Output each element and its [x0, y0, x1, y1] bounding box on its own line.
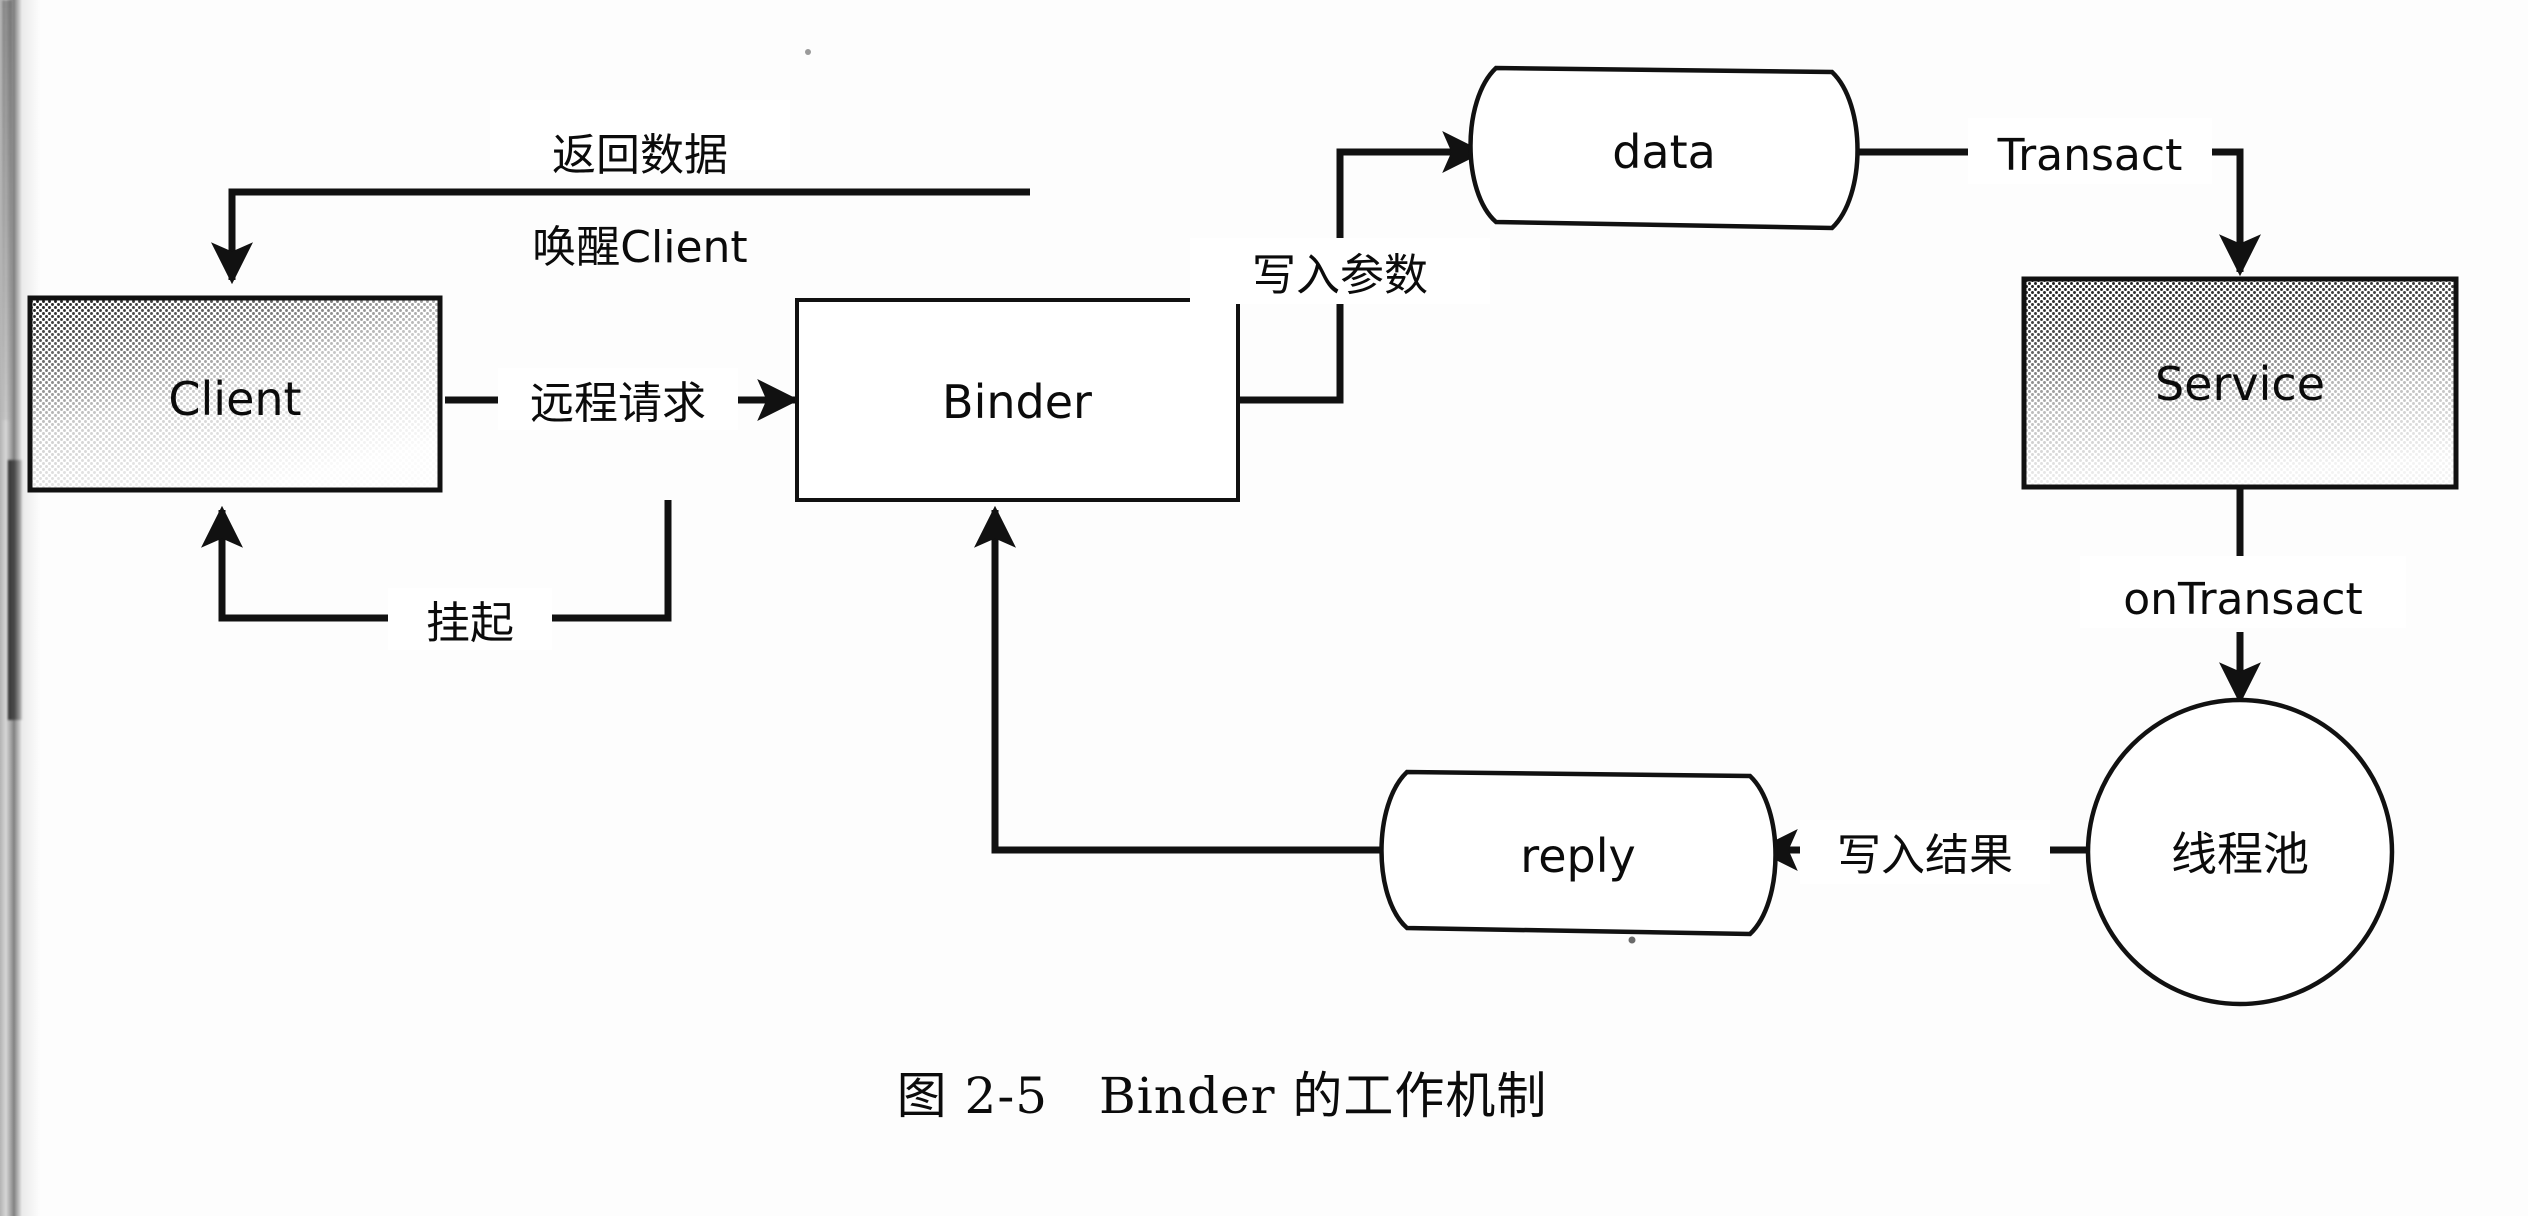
node-service[interactable]: Service [2021, 276, 2459, 490]
scan-speck [805, 49, 811, 55]
edge-label-write-params: 写入参数 [1190, 238, 1490, 304]
node-client[interactable]: Client [27, 295, 443, 493]
edge-label-ontransact: onTransact [2080, 556, 2406, 628]
node-threadpool-label: 线程池 [2171, 827, 2309, 881]
edge-label-wake-client: 唤醒Client [532, 222, 747, 273]
figure-caption: 图 2-5 Binder 的工作机制 [897, 1067, 1548, 1125]
node-binder[interactable]: Binder [795, 298, 1240, 502]
edge-label-transact: Transact [1968, 118, 2212, 184]
scan-speck-2 [1628, 936, 1636, 944]
edge-label-transact-text: Transact [1997, 130, 2183, 181]
node-binder-label: Binder [942, 375, 1092, 429]
edge-label-remote-request: 远程请求 [498, 368, 738, 430]
node-data[interactable]: data [1468, 65, 1860, 231]
edge-label-suspend: 挂起 [388, 588, 552, 650]
edge-label-write-params-text: 写入参数 [1252, 250, 1428, 301]
edge-label-ontransact-text: onTransact [2123, 574, 2363, 625]
node-client-label: Client [168, 372, 301, 426]
edge-reply-to-binder [974, 505, 1400, 854]
node-service-label: Service [2155, 357, 2325, 411]
edge-label-suspend-text: 挂起 [426, 598, 514, 649]
node-threadpool[interactable]: 线程池 [2085, 697, 2395, 1007]
binder-mechanism-diagram: Client Binder data Service 线程池 reply 返回数… [27, 49, 2459, 1125]
edge-label-write-result-text: 写入结果 [1837, 830, 2013, 881]
edge-label-return-data: 返回数据 [490, 100, 790, 181]
node-reply-label: reply [1520, 829, 1635, 883]
edge-label-write-result: 写入结果 [1800, 820, 2050, 884]
edge-label-wake-client-text: 唤醒Client [532, 222, 747, 273]
edge-label-return-data-text: 返回数据 [552, 130, 728, 181]
edge-label-remote-request-text: 远程请求 [530, 378, 706, 429]
node-data-label: data [1612, 125, 1716, 179]
node-reply[interactable]: reply [1379, 769, 1778, 937]
